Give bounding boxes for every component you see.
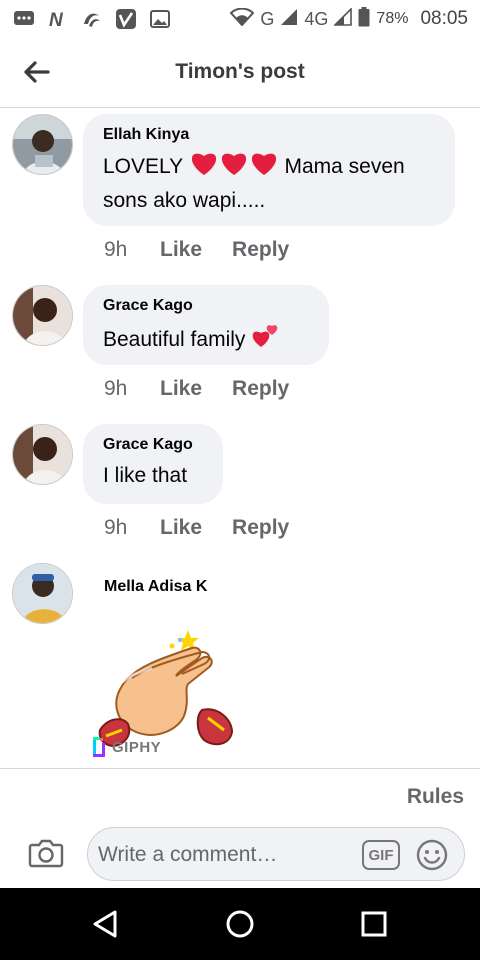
circle-home-icon — [226, 910, 254, 938]
avatar[interactable] — [12, 424, 73, 485]
comment-bubble[interactable]: Grace Kago I like that — [83, 424, 223, 504]
heart-emoji-icon — [189, 150, 219, 185]
emoji-button[interactable] — [415, 838, 449, 872]
comments-list: Ellah Kinya LOVELY Mama seven sons ako w… — [0, 108, 480, 768]
network-type-label: G — [260, 8, 275, 29]
reply-button[interactable]: Reply — [232, 238, 289, 262]
camera-button[interactable] — [26, 835, 66, 871]
triangle-back-icon — [93, 910, 117, 938]
signal-icon — [333, 6, 353, 31]
comment-timestamp[interactable]: 9h — [104, 238, 160, 262]
comment-text: I like that — [103, 464, 188, 487]
comment-bubble[interactable]: Ellah Kinya LOVELY Mama seven sons ako w… — [83, 114, 455, 226]
clock: 08:05 — [420, 8, 468, 29]
comment-actions: 9h Like Reply — [104, 238, 319, 262]
giphy-label: GIPHY — [112, 738, 162, 756]
comment-text-start: LOVELY — [103, 155, 189, 178]
comment-author[interactable]: Grace Kago — [103, 297, 309, 315]
battery-icon — [358, 6, 370, 32]
post-header: Timon's post — [0, 38, 480, 108]
comment-author[interactable]: Grace Kago — [103, 436, 203, 454]
gallery-icon — [148, 8, 172, 30]
comment-author[interactable]: Ellah Kinya — [103, 126, 435, 144]
status-bar: N G 4G 78% 08:05 — [0, 0, 480, 38]
giphy-icon — [93, 737, 105, 757]
square-recents-icon — [361, 911, 387, 937]
messages-icon — [12, 8, 36, 30]
vimeo-icon — [114, 8, 138, 30]
wifi-icon — [229, 7, 255, 31]
heart-emoji-icon — [219, 150, 249, 185]
like-button[interactable]: Like — [160, 238, 202, 262]
network-type-label: 4G — [304, 8, 329, 29]
like-button[interactable]: Like — [160, 516, 202, 540]
comment-actions: 9h Like Reply — [104, 377, 319, 401]
comment-input[interactable] — [98, 838, 348, 872]
avatar[interactable] — [12, 285, 73, 346]
comment-text: LOVELY Mama seven sons ako wapi..... — [103, 150, 435, 216]
rules-link[interactable]: Rules — [407, 785, 464, 809]
two-hearts-emoji-icon — [251, 321, 279, 358]
comment-bubble[interactable]: Grace Kago Beautiful family — [83, 285, 329, 365]
netflix-icon: N — [46, 8, 70, 30]
smiley-icon — [416, 839, 448, 871]
comment-author[interactable]: Mella Adisa K — [104, 578, 207, 596]
comment-actions: 9h Like Reply — [104, 516, 319, 540]
reply-button[interactable]: Reply — [232, 516, 289, 540]
like-button[interactable]: Like — [160, 377, 202, 401]
giphy-attribution: GIPHY — [92, 736, 161, 758]
comment-composer: Rules GIF — [0, 768, 480, 888]
comment-text-start: Beautiful family — [103, 328, 252, 351]
comment-text: Beautiful family — [103, 321, 309, 358]
comment-timestamp[interactable]: 9h — [104, 377, 160, 401]
heart-emoji-icon — [249, 150, 279, 185]
page-title: Timon's post — [175, 60, 305, 83]
svg-text:N: N — [49, 10, 64, 29]
nav-home-button[interactable] — [222, 906, 258, 942]
avatar[interactable] — [12, 563, 73, 624]
battery-percent: 78% — [376, 10, 409, 27]
camera-icon — [28, 839, 64, 868]
reply-button[interactable]: Reply — [232, 377, 289, 401]
system-nav-bar — [0, 888, 480, 960]
nav-recents-button[interactable] — [356, 906, 392, 942]
nairaland-icon — [80, 8, 104, 30]
signal-icon — [280, 8, 298, 31]
comment-box: GIF — [87, 827, 465, 881]
gif-button[interactable]: GIF — [362, 840, 400, 870]
avatar[interactable] — [12, 114, 73, 175]
comment-timestamp[interactable]: 9h — [104, 516, 160, 540]
nav-back-button[interactable] — [88, 906, 124, 942]
